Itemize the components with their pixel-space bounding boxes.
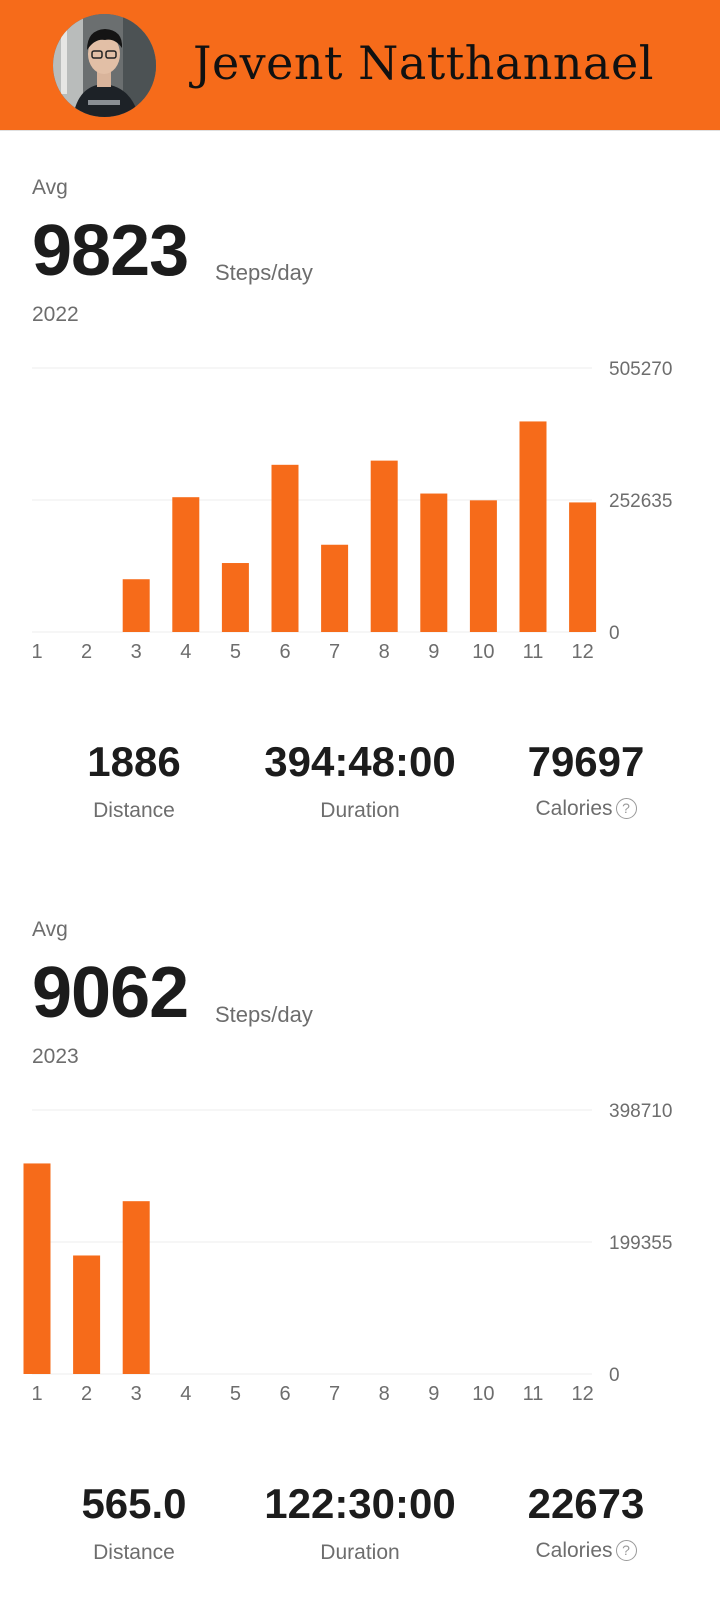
distance-stat: 1886 Distance [14, 741, 254, 823]
avg-steps-unit: Steps/day [215, 1002, 313, 1027]
x-tick-label: 5 [230, 641, 241, 663]
x-tick-label: 7 [329, 641, 340, 663]
duration-stat: 122:30:00 Duration [240, 1483, 480, 1565]
avatar[interactable] [53, 14, 156, 117]
calories-label-row: Calories? [466, 797, 706, 821]
monthly-steps-chart[interactable]: 02526355052701 2 3 4 5 6 7 8 9 10 11 12 [0, 346, 720, 676]
x-tick-label: 4 [180, 641, 191, 663]
y-tick-label: 505270 [609, 359, 672, 380]
avg-steps-value: 9062 [32, 953, 189, 1033]
x-tick-label: 12 [571, 641, 593, 663]
avg-steps-unit: Steps/day [215, 260, 313, 285]
summary-stats: 1886 Distance 394:48:00 Duration 79697 C… [0, 741, 720, 831]
bar-month-4 [172, 497, 200, 632]
steps-section-2022: Avg 9823 Steps/day 2022 0 252635 505270 1 2 3… [0, 131, 720, 831]
bar-month-6 [271, 464, 299, 632]
x-tick-label: 1 [31, 641, 42, 663]
x-tick-label: 5 [230, 1383, 241, 1405]
bar-month-7 [321, 544, 349, 632]
x-tick-label: 9 [428, 641, 439, 663]
avg-label: Avg [32, 918, 68, 941]
help-icon[interactable]: ? [615, 1540, 637, 1561]
x-tick-label: 10 [472, 641, 494, 663]
y-tick-label: 0 [609, 1365, 620, 1386]
x-tick-label: 7 [329, 1383, 340, 1405]
bar-month-10 [469, 500, 497, 632]
calories-label: Calories [535, 1539, 613, 1562]
x-tick-label: 8 [379, 641, 390, 663]
x-tick-label: 4 [180, 1383, 191, 1405]
calories-stat: 22673 Calories? [466, 1483, 706, 1563]
avg-label: Avg [32, 176, 68, 199]
duration-stat: 394:48:00 Duration [240, 741, 480, 823]
duration-value: 394:48:00 [264, 738, 456, 785]
duration-label: Duration [320, 799, 400, 822]
x-tick-label: 3 [131, 641, 142, 663]
x-tick-label: 2 [81, 1383, 92, 1405]
distance-stat: 565.0 Distance [14, 1483, 254, 1565]
bar-month-5 [221, 563, 249, 632]
y-tick-label: 199355 [609, 1233, 672, 1254]
bar-month-2 [73, 1255, 101, 1374]
duration-value: 122:30:00 [264, 1480, 456, 1527]
bar-month-11 [519, 421, 547, 632]
summary-stats: 565.0 Distance 122:30:00 Duration 22673 … [0, 1483, 720, 1573]
avatar-photo [53, 14, 156, 117]
bar-month-9 [420, 493, 448, 632]
x-tick-label: 3 [131, 1383, 142, 1405]
x-tick-label: 6 [279, 1383, 290, 1405]
bar-month-3 [122, 1201, 150, 1374]
bar-month-3 [122, 579, 150, 632]
y-tick-label: 398710 [609, 1101, 672, 1122]
year-label: 2022 [32, 303, 79, 326]
calories-label-row: Calories? [466, 1539, 706, 1563]
x-tick-label: 12 [571, 1383, 593, 1405]
monthly-steps-chart[interactable]: 01993553987101 2 3 4 5 6 7 8 9 10 11 12 [0, 1088, 720, 1418]
x-tick-label: 11 [523, 641, 544, 663]
x-tick-label: 6 [279, 641, 290, 663]
distance-value: 565.0 [81, 1480, 187, 1527]
y-tick-label: 0 [609, 623, 620, 644]
calories-value: 22673 [527, 1480, 645, 1527]
duration-label: Duration [320, 1541, 400, 1564]
avg-steps-value: 9823 [32, 211, 189, 291]
distance-label: Distance [93, 799, 175, 822]
x-tick-label: 2 [81, 641, 92, 663]
distance-value: 1886 [87, 738, 181, 785]
x-tick-label: 1 [31, 1383, 42, 1405]
steps-section-2023: Avg 9062 Steps/day 2023 0 199355 398710 1 2 3… [0, 873, 720, 1573]
year-label: 2023 [32, 1045, 79, 1068]
x-tick-label: 11 [523, 1383, 544, 1405]
calories-value: 79697 [527, 738, 645, 785]
y-tick-label: 252635 [609, 491, 672, 512]
x-tick-label: 8 [379, 1383, 390, 1405]
user-name: Jevent Natthannael [193, 36, 654, 90]
x-tick-label: 9 [428, 1383, 439, 1405]
distance-label: Distance [93, 1541, 175, 1564]
x-tick-label: 10 [472, 1383, 494, 1405]
profile-header: Jevent Natthannael [0, 0, 720, 131]
calories-label: Calories [535, 797, 613, 820]
calories-stat: 79697 Calories? [466, 741, 706, 821]
bar-month-8 [370, 460, 398, 632]
bar-month-1 [23, 1163, 51, 1374]
help-icon[interactable]: ? [615, 798, 637, 819]
bar-month-12 [569, 502, 597, 632]
